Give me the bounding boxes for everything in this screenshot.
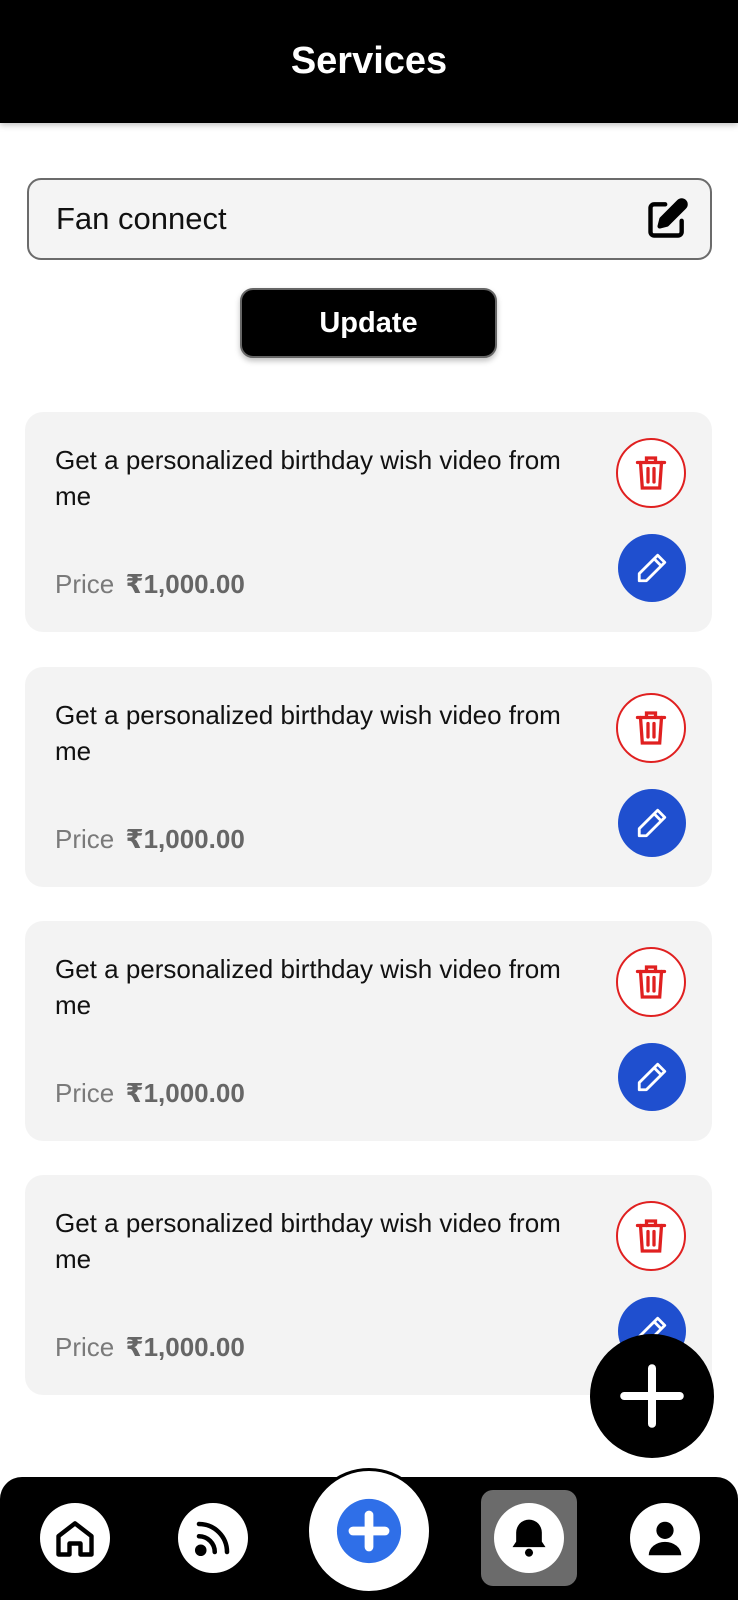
service-name-value: Fan connect [56,201,227,236]
nav-feed[interactable] [178,1503,248,1573]
edit-button[interactable] [618,534,686,602]
nav-create[interactable] [306,1468,432,1594]
bell-icon [512,1519,546,1557]
nav-home[interactable] [40,1503,110,1573]
price-amount: ₹1,000.00 [125,1332,245,1362]
delete-button[interactable] [616,947,686,1017]
price-label: Price [55,824,115,854]
service-title: Get a personalized birthday wish video f… [55,700,561,766]
nav-notifications[interactable] [481,1490,577,1586]
service-price: Price ₹1,000.00 [55,1078,245,1109]
service-title: Get a personalized birthday wish video f… [55,954,561,1020]
delete-button[interactable] [616,438,686,508]
price-label: Price [55,1332,115,1362]
service-price: Price ₹1,000.00 [55,824,245,855]
trash-icon [635,965,667,999]
trash-icon [635,456,667,490]
price-amount: ₹1,000.00 [125,1078,245,1108]
price-amount: ₹1,000.00 [125,569,245,599]
trash-icon [635,1219,667,1253]
edit-button[interactable] [618,1043,686,1111]
home-icon [56,1521,94,1557]
service-price: Price ₹1,000.00 [55,569,245,600]
service-price: Price ₹1,000.00 [55,1332,245,1363]
nav-profile[interactable] [630,1503,700,1573]
rss-icon [194,1521,230,1557]
pencil-icon [637,1062,667,1092]
service-title: Get a personalized birthday wish video f… [55,1208,561,1274]
pencil-icon [637,553,667,583]
price-amount: ₹1,000.00 [125,824,245,854]
price-label: Price [55,569,115,599]
service-card: Get a personalized birthday wish video f… [25,412,712,632]
edit-square-icon[interactable] [644,196,690,242]
trash-icon [635,711,667,745]
update-button[interactable]: Update [240,288,497,358]
pencil-icon [637,808,667,838]
user-icon [648,1521,682,1556]
page-title: Services [290,40,448,82]
app-header: Services [0,0,738,123]
plus-circle-icon [336,1498,402,1564]
delete-button[interactable] [616,693,686,763]
delete-button[interactable] [616,1201,686,1271]
service-name-field[interactable]: Fan connect [27,178,712,260]
add-service-fab[interactable] [590,1334,714,1458]
edit-button[interactable] [618,789,686,857]
price-label: Price [55,1078,115,1108]
service-card: Get a personalized birthday wish video f… [25,921,712,1141]
plus-icon [620,1364,684,1428]
service-card: Get a personalized birthday wish video f… [25,667,712,887]
service-title: Get a personalized birthday wish video f… [55,445,561,511]
